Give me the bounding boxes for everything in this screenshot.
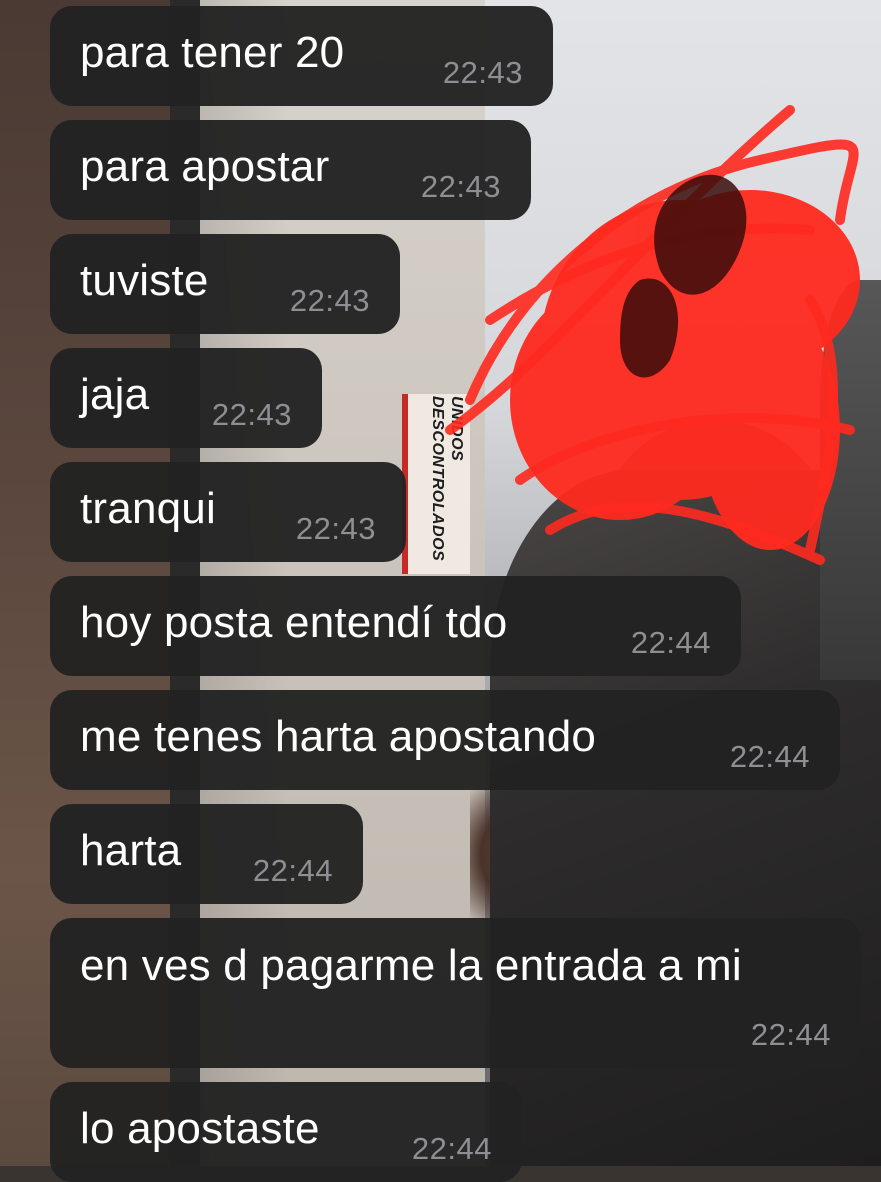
- message-bubble[interactable]: para tener 20 22:43: [50, 6, 553, 106]
- chat-thread[interactable]: para tener 20 22:43 para apostar 22:43 t…: [0, 0, 881, 1182]
- message-timestamp: 22:43: [289, 283, 370, 318]
- message-timestamp: 22:44: [252, 853, 333, 888]
- message-text: tranqui: [80, 484, 216, 534]
- message-timestamp: 22:43: [295, 511, 376, 546]
- message-bubble[interactable]: lo apostaste 22:44: [50, 1082, 522, 1182]
- message-timestamp: 22:44: [630, 625, 711, 660]
- message-timestamp: 22:44: [729, 739, 810, 774]
- message-bubble[interactable]: tranqui 22:43: [50, 462, 406, 562]
- message-bubble[interactable]: jaja 22:43: [50, 348, 322, 448]
- message-text: en ves d pagarme la entrada a mi: [80, 941, 742, 990]
- message-bubble[interactable]: harta 22:44: [50, 804, 363, 904]
- message-timestamp: 22:44: [411, 1131, 492, 1166]
- message-bubble[interactable]: tuviste 22:43: [50, 234, 400, 334]
- message-timestamp: 22:43: [420, 169, 501, 204]
- message-text: hoy posta entendí tdo: [80, 598, 508, 648]
- message-bubble[interactable]: hoy posta entendí tdo 22:44: [50, 576, 741, 676]
- message-text: me tenes harta apostando: [80, 712, 597, 762]
- message-bubble[interactable]: en ves d pagarme la entrada a mi 22:44: [50, 918, 861, 1068]
- message-text: para apostar: [80, 142, 330, 192]
- message-bubble[interactable]: me tenes harta apostando 22:44: [50, 690, 840, 790]
- message-text: harta: [80, 826, 182, 876]
- message-text: para tener 20: [80, 28, 345, 78]
- message-bubble[interactable]: para apostar 22:43: [50, 120, 531, 220]
- message-text: tuviste: [80, 256, 209, 306]
- message-timestamp: 22:43: [211, 397, 292, 432]
- message-text: lo apostaste: [80, 1104, 320, 1154]
- message-timestamp: 22:43: [442, 55, 523, 90]
- message-timestamp: 22:44: [750, 1017, 831, 1052]
- message-text: jaja: [80, 370, 150, 420]
